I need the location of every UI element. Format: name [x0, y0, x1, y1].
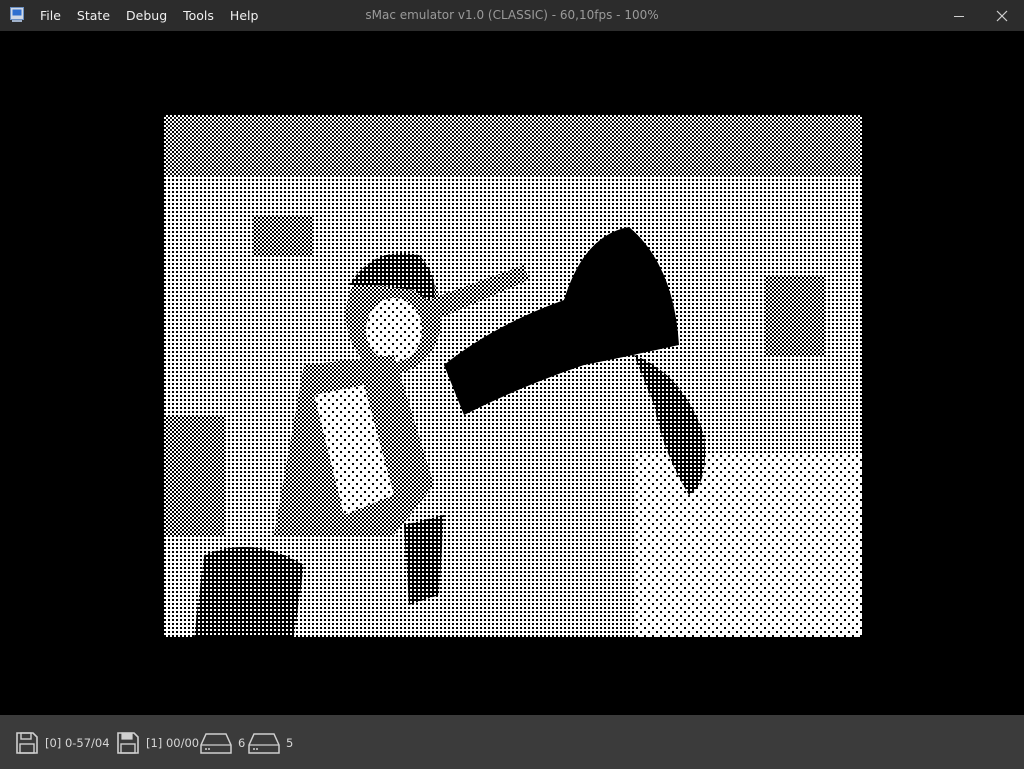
minimize-icon: [954, 15, 964, 17]
hard-drive-0-label: 6: [238, 736, 246, 750]
hard-drive-0[interactable]: 6: [200, 730, 245, 756]
floppy-drive-1[interactable]: [1] 00/00: [116, 730, 199, 756]
close-button[interactable]: [982, 0, 1022, 31]
mac-app-icon[interactable]: [10, 7, 24, 22]
floppy-disk-icon: [117, 732, 139, 754]
minimize-button[interactable]: [939, 0, 979, 31]
emulator-window: sMac emulator v1.0 (CLASSIC) - 60,10fps …: [0, 0, 1024, 769]
floppy-drive-0-label: [0] 0-57/04: [45, 736, 110, 750]
close-icon: [996, 10, 1008, 21]
hard-drive-1-label: 5: [286, 736, 294, 750]
menu-bar: File State Debug Tools Help: [40, 0, 274, 31]
menu-help[interactable]: Help: [230, 0, 259, 31]
hard-drive-icon: [200, 733, 232, 754]
floppy-disk-icon: [16, 732, 38, 754]
floppy-drive-1-label: [1] 00/00: [146, 736, 200, 750]
menu-tools[interactable]: Tools: [183, 0, 214, 31]
floppy-drive-0[interactable]: [0] 0-57/04: [15, 730, 110, 756]
status-bar: [0] 0-57/04 [1] 00/00 6 5: [0, 715, 1024, 769]
menu-file[interactable]: File: [40, 0, 61, 31]
title-bar: sMac emulator v1.0 (CLASSIC) - 60,10fps …: [0, 0, 1024, 31]
hard-drive-1[interactable]: 5: [248, 730, 293, 756]
emulator-screen[interactable]: [164, 115, 862, 637]
dithered-photo: [164, 115, 862, 637]
menu-debug[interactable]: Debug: [126, 0, 167, 31]
hard-drive-icon: [248, 733, 280, 754]
menu-state[interactable]: State: [77, 0, 110, 31]
emulator-display-area[interactable]: [0, 31, 1024, 715]
